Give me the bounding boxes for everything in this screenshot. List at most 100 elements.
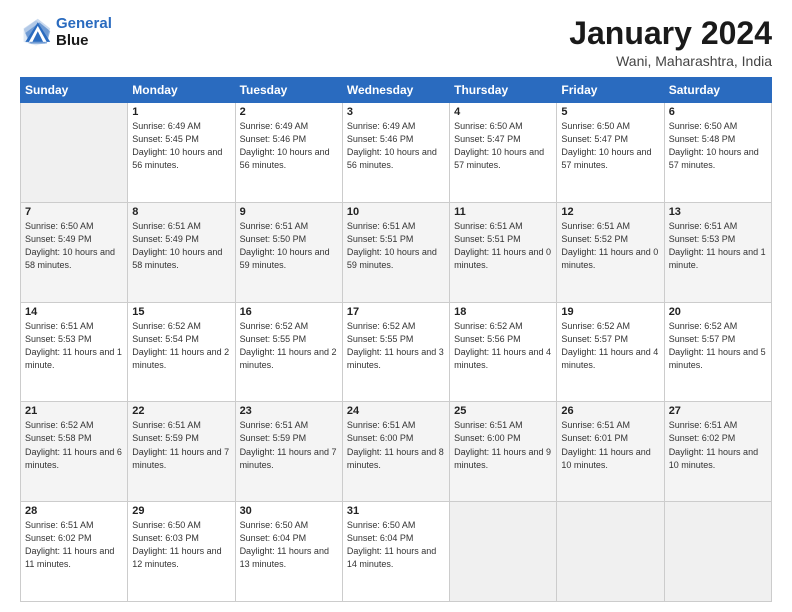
day-info: Sunrise: 6:52 AM Sunset: 5:55 PM Dayligh… — [347, 320, 445, 372]
calendar-week-row: 21 Sunrise: 6:52 AM Sunset: 5:58 PM Dayli… — [21, 402, 772, 502]
calendar-week-row: 1 Sunrise: 6:49 AM Sunset: 5:45 PM Daylig… — [21, 103, 772, 203]
day-number: 24 — [347, 405, 445, 417]
calendar-cell: 23Sunrise: 6:51 AM Sunset: 5:59 PM Dayli… — [235, 402, 342, 502]
calendar-cell: 17 Sunrise: 6:52 AM Sunset: 5:55 PM Dayli… — [342, 302, 449, 402]
day-number: 3 — [347, 106, 445, 118]
logo: General Blue — [20, 16, 112, 49]
day-number: 31 — [347, 505, 445, 517]
day-info: Sunrise: 6:52 AM Sunset: 5:56 PM Dayligh… — [454, 320, 552, 372]
title-block: January 2024 Wani, Maharashtra, India — [569, 16, 772, 69]
day-number: 27 — [669, 405, 767, 417]
calendar-cell: 14 Sunrise: 6:51 AM Sunset: 5:53 PM Dayli… — [21, 302, 128, 402]
day-number: 25 — [454, 405, 552, 417]
calendar-cell: 12 Sunrise: 6:51 AM Sunset: 5:52 PM Dayli… — [557, 202, 664, 302]
day-info: Sunrise: 6:51 AM Sunset: 6:02 PM Dayligh… — [25, 519, 123, 571]
day-info: Sunrise: 6:49 AM Sunset: 5:46 PM Dayligh… — [240, 120, 338, 172]
day-number: 19 — [561, 306, 659, 318]
calendar-cell: 3 Sunrise: 6:49 AM Sunset: 5:46 PM Daylig… — [342, 103, 449, 203]
day-info: Sunrise: 6:49 AM Sunset: 5:46 PM Dayligh… — [347, 120, 445, 172]
page: General Blue January 2024 Wani, Maharash… — [0, 0, 792, 612]
calendar-cell — [664, 502, 771, 602]
calendar-cell: 26Sunrise: 6:51 AM Sunset: 6:01 PM Dayli… — [557, 402, 664, 502]
calendar-cell: 9 Sunrise: 6:51 AM Sunset: 5:50 PM Daylig… — [235, 202, 342, 302]
day-info: Sunrise: 6:50 AM Sunset: 5:48 PM Dayligh… — [669, 120, 767, 172]
calendar-cell: 4Sunrise: 6:50 AM Sunset: 5:47 PM Daylig… — [450, 103, 557, 203]
col-sunday: Sunday — [21, 78, 128, 103]
day-number: 15 — [132, 306, 230, 318]
calendar-cell: 11Sunrise: 6:51 AM Sunset: 5:51 PM Dayli… — [450, 202, 557, 302]
day-number: 30 — [240, 505, 338, 517]
day-info: Sunrise: 6:51 AM Sunset: 5:49 PM Dayligh… — [132, 220, 230, 272]
calendar-cell: 25 Sunrise: 6:51 AM Sunset: 6:00 PM Dayli… — [450, 402, 557, 502]
day-info: Sunrise: 6:52 AM Sunset: 5:55 PM Dayligh… — [240, 320, 338, 372]
calendar-cell: 31 Sunrise: 6:50 AM Sunset: 6:04 PM Dayli… — [342, 502, 449, 602]
calendar-cell: 7 Sunrise: 6:50 AM Sunset: 5:49 PM Daylig… — [21, 202, 128, 302]
day-number: 22 — [132, 405, 230, 417]
day-number: 5 — [561, 106, 659, 118]
col-friday: Friday — [557, 78, 664, 103]
calendar-cell: 27 Sunrise: 6:51 AM Sunset: 6:02 PM Dayli… — [664, 402, 771, 502]
day-number: 7 — [25, 206, 123, 218]
day-number: 9 — [240, 206, 338, 218]
col-monday: Monday — [128, 78, 235, 103]
day-number: 8 — [132, 206, 230, 218]
day-number: 10 — [347, 206, 445, 218]
day-info: Sunrise: 6:51 AM Sunset: 5:52 PM Dayligh… — [561, 220, 659, 272]
calendar-cell: 29 Sunrise: 6:50 AM Sunset: 6:03 PM Dayli… — [128, 502, 235, 602]
calendar-cell — [450, 502, 557, 602]
day-info: Sunrise: 6:51 AM Sunset: 5:50 PM Dayligh… — [240, 220, 338, 272]
logo-icon — [20, 17, 52, 49]
calendar-week-row: 7 Sunrise: 6:50 AM Sunset: 5:49 PM Daylig… — [21, 202, 772, 302]
calendar-cell: 16 Sunrise: 6:52 AM Sunset: 5:55 PM Dayli… — [235, 302, 342, 402]
col-wednesday: Wednesday — [342, 78, 449, 103]
calendar-header-row: Sunday Monday Tuesday Wednesday Thursday… — [21, 78, 772, 103]
day-number: 28 — [25, 505, 123, 517]
day-number: 18 — [454, 306, 552, 318]
day-info: Sunrise: 6:51 AM Sunset: 6:02 PM Dayligh… — [669, 419, 767, 471]
calendar-cell: 19Sunrise: 6:52 AM Sunset: 5:57 PM Dayli… — [557, 302, 664, 402]
day-number: 16 — [240, 306, 338, 318]
calendar-cell: 5Sunrise: 6:50 AM Sunset: 5:47 PM Daylig… — [557, 103, 664, 203]
day-info: Sunrise: 6:50 AM Sunset: 6:03 PM Dayligh… — [132, 519, 230, 571]
calendar-cell: 20Sunrise: 6:52 AM Sunset: 5:57 PM Dayli… — [664, 302, 771, 402]
day-number: 21 — [25, 405, 123, 417]
day-number: 13 — [669, 206, 767, 218]
day-info: Sunrise: 6:50 AM Sunset: 5:49 PM Dayligh… — [25, 220, 123, 272]
logo-general: General — [56, 15, 112, 32]
day-info: Sunrise: 6:50 AM Sunset: 6:04 PM Dayligh… — [347, 519, 445, 571]
col-saturday: Saturday — [664, 78, 771, 103]
day-info: Sunrise: 6:51 AM Sunset: 6:00 PM Dayligh… — [454, 419, 552, 471]
day-number: 12 — [561, 206, 659, 218]
day-info: Sunrise: 6:52 AM Sunset: 5:58 PM Dayligh… — [25, 419, 123, 471]
calendar-cell: 30 Sunrise: 6:50 AM Sunset: 6:04 PM Dayli… — [235, 502, 342, 602]
day-number: 29 — [132, 505, 230, 517]
day-number: 23 — [240, 405, 338, 417]
calendar-table: Sunday Monday Tuesday Wednesday Thursday… — [20, 77, 772, 602]
day-info: Sunrise: 6:52 AM Sunset: 5:54 PM Dayligh… — [132, 320, 230, 372]
calendar-cell: 8 Sunrise: 6:51 AM Sunset: 5:49 PM Daylig… — [128, 202, 235, 302]
day-info: Sunrise: 6:49 AM Sunset: 5:45 PM Dayligh… — [132, 120, 230, 172]
main-title: January 2024 — [569, 16, 772, 51]
day-info: Sunrise: 6:51 AM Sunset: 5:53 PM Dayligh… — [25, 320, 123, 372]
calendar-cell — [557, 502, 664, 602]
calendar-cell: 6Sunrise: 6:50 AM Sunset: 5:48 PM Daylig… — [664, 103, 771, 203]
day-info: Sunrise: 6:50 AM Sunset: 6:04 PM Dayligh… — [240, 519, 338, 571]
calendar-cell: 10 Sunrise: 6:51 AM Sunset: 5:51 PM Dayli… — [342, 202, 449, 302]
day-info: Sunrise: 6:51 AM Sunset: 5:51 PM Dayligh… — [454, 220, 552, 272]
calendar-cell: 18 Sunrise: 6:52 AM Sunset: 5:56 PM Dayli… — [450, 302, 557, 402]
day-number: 26 — [561, 405, 659, 417]
day-number: 14 — [25, 306, 123, 318]
calendar-cell: 15 Sunrise: 6:52 AM Sunset: 5:54 PM Dayli… — [128, 302, 235, 402]
calendar-cell: 21 Sunrise: 6:52 AM Sunset: 5:58 PM Dayli… — [21, 402, 128, 502]
day-info: Sunrise: 6:50 AM Sunset: 5:47 PM Dayligh… — [454, 120, 552, 172]
day-number: 1 — [132, 106, 230, 118]
day-number: 2 — [240, 106, 338, 118]
day-info: Sunrise: 6:51 AM Sunset: 6:00 PM Dayligh… — [347, 419, 445, 471]
logo-text: General Blue — [56, 16, 112, 49]
col-thursday: Thursday — [450, 78, 557, 103]
logo-blue: Blue — [56, 32, 89, 49]
calendar-week-row: 14 Sunrise: 6:51 AM Sunset: 5:53 PM Dayli… — [21, 302, 772, 402]
calendar-cell: 24 Sunrise: 6:51 AM Sunset: 6:00 PM Dayli… — [342, 402, 449, 502]
day-number: 17 — [347, 306, 445, 318]
day-info: Sunrise: 6:51 AM Sunset: 5:51 PM Dayligh… — [347, 220, 445, 272]
